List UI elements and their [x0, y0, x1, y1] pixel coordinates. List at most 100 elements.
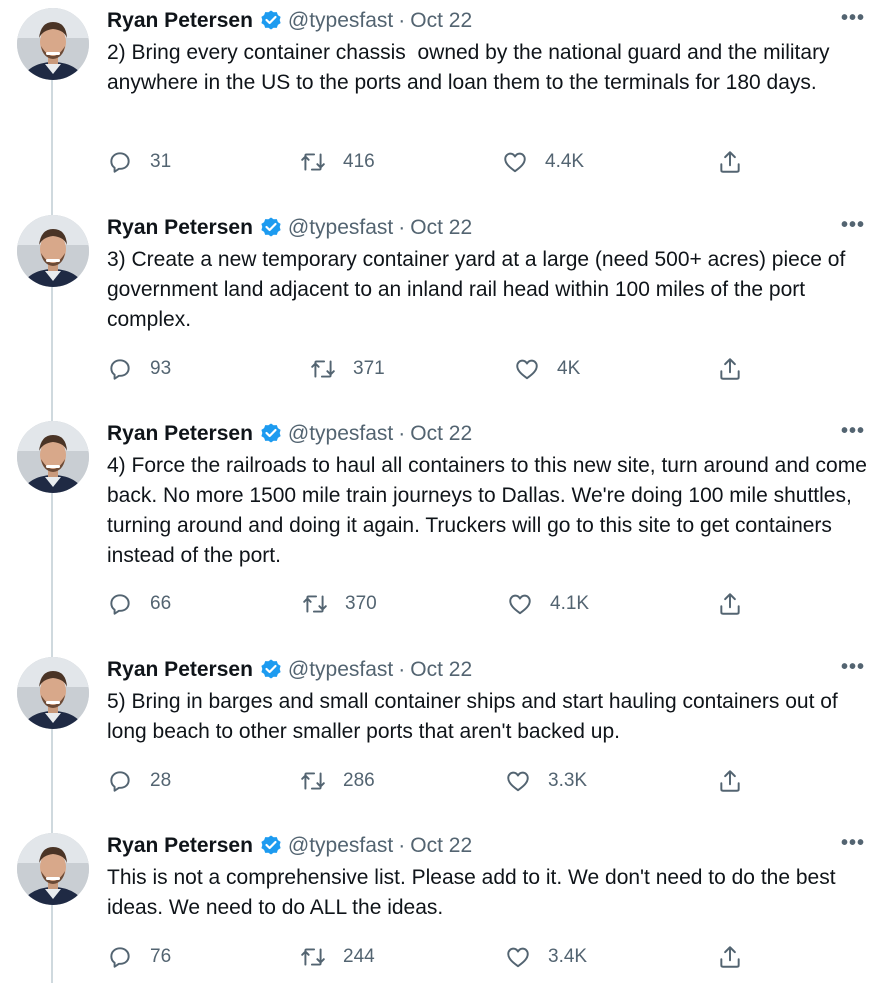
retweet-icon	[302, 591, 328, 617]
avatar[interactable]	[17, 657, 89, 729]
separator-dot: ·	[398, 658, 406, 681]
author-handle[interactable]: @typesfast	[288, 658, 393, 682]
retweet-button[interactable]: 370	[302, 589, 377, 619]
reply-button[interactable]: 76	[107, 942, 171, 972]
like-count: 4.4K	[545, 151, 585, 172]
tweet-actions: 28 286 3.3K	[107, 766, 757, 796]
more-icon[interactable]: •••	[841, 8, 865, 28]
reply-button[interactable]: 31	[107, 147, 171, 177]
separator-dot: ·	[398, 422, 406, 445]
tweet-date[interactable]: Oct 22	[410, 658, 472, 682]
tweet[interactable]: Ryan Petersen @typesfast · Oct 22 ••• 3)…	[0, 207, 895, 413]
retweet-count: 371	[353, 358, 385, 379]
tweet[interactable]: Ryan Petersen @typesfast · Oct 22 ••• Th…	[0, 825, 895, 983]
retweet-icon	[300, 944, 326, 970]
tweet-header: Ryan Petersen @typesfast · Oct 22	[107, 419, 472, 449]
reply-icon	[107, 149, 133, 175]
like-button[interactable]: 4.1K	[507, 589, 589, 619]
retweet-count: 244	[343, 946, 375, 967]
reply-count: 76	[150, 946, 172, 967]
avatar[interactable]	[17, 215, 89, 287]
like-count: 4K	[557, 358, 581, 379]
reply-button[interactable]: 93	[107, 354, 171, 384]
heart-icon	[505, 944, 531, 970]
like-button[interactable]: 4.4K	[502, 147, 584, 177]
tweet-text: This is not a comprehensive list. Please…	[107, 866, 842, 919]
heart-icon	[514, 356, 540, 382]
author-handle[interactable]: @typesfast	[288, 216, 393, 240]
tweet[interactable]: Ryan Petersen @typesfast · Oct 22 ••• 5)…	[0, 649, 895, 825]
share-button[interactable]	[717, 942, 743, 972]
avatar[interactable]	[17, 421, 89, 493]
author-handle[interactable]: @typesfast	[288, 9, 393, 33]
author-name[interactable]: Ryan Petersen	[107, 422, 253, 446]
like-count: 4.1K	[550, 593, 590, 614]
reply-count: 93	[150, 358, 172, 379]
share-button[interactable]	[717, 354, 743, 384]
tweet-actions: 76 244 3.4K	[107, 942, 757, 972]
retweet-icon	[310, 356, 336, 382]
avatar[interactable]	[17, 833, 89, 905]
like-button[interactable]: 4K	[514, 354, 580, 384]
retweet-icon	[300, 768, 326, 794]
more-icon[interactable]: •••	[841, 657, 865, 677]
verified-badge-icon	[259, 9, 283, 33]
reply-button[interactable]: 28	[107, 766, 171, 796]
reply-count: 66	[150, 593, 172, 614]
tweet-date[interactable]: Oct 22	[410, 834, 472, 858]
retweet-count: 286	[343, 770, 375, 791]
share-icon	[717, 944, 743, 970]
retweet-count: 416	[343, 151, 375, 172]
verified-badge-icon	[259, 422, 283, 446]
author-name[interactable]: Ryan Petersen	[107, 9, 253, 33]
retweet-button[interactable]: 244	[300, 942, 375, 972]
tweet-date[interactable]: Oct 22	[410, 216, 472, 240]
more-icon[interactable]: •••	[841, 421, 865, 441]
reply-icon	[107, 356, 133, 382]
tweet-text: 4) Force the railroads to haul all conta…	[107, 454, 873, 567]
tweet-date[interactable]: Oct 22	[410, 422, 472, 446]
share-button[interactable]	[717, 147, 743, 177]
author-name[interactable]: Ryan Petersen	[107, 216, 253, 240]
reply-button[interactable]: 66	[107, 589, 171, 619]
tweet-header: Ryan Petersen @typesfast · Oct 22	[107, 213, 472, 243]
tweet-text: 3) Create a new temporary container yard…	[107, 248, 852, 331]
verified-badge-icon	[259, 216, 283, 240]
retweet-count: 370	[345, 593, 377, 614]
author-name[interactable]: Ryan Petersen	[107, 658, 253, 682]
heart-icon	[507, 591, 533, 617]
like-count: 3.4K	[548, 946, 588, 967]
retweet-button[interactable]: 371	[310, 354, 385, 384]
tweet[interactable]: Ryan Petersen @typesfast · Oct 22 ••• 4)…	[0, 413, 895, 649]
avatar[interactable]	[17, 8, 89, 80]
reply-icon	[107, 591, 133, 617]
author-handle[interactable]: @typesfast	[288, 834, 393, 858]
author-name[interactable]: Ryan Petersen	[107, 834, 253, 858]
tweet[interactable]: Ryan Petersen @typesfast · Oct 22 ••• 2)…	[0, 0, 895, 206]
retweet-button[interactable]: 286	[300, 766, 375, 796]
reply-count: 31	[150, 151, 172, 172]
tweet-header: Ryan Petersen @typesfast · Oct 22	[107, 6, 472, 36]
like-button[interactable]: 3.3K	[505, 766, 587, 796]
share-button[interactable]	[717, 589, 743, 619]
reply-icon	[107, 944, 133, 970]
share-icon	[717, 768, 743, 794]
tweet-actions: 93 371 4K	[107, 354, 757, 384]
share-icon	[717, 591, 743, 617]
tweet-text: 2) Bring every container chassis owned b…	[107, 41, 836, 94]
more-icon[interactable]: •••	[841, 833, 865, 853]
share-button[interactable]	[717, 766, 743, 796]
retweet-icon	[300, 149, 326, 175]
separator-dot: ·	[398, 216, 406, 239]
separator-dot: ·	[398, 9, 406, 32]
share-icon	[717, 356, 743, 382]
like-button[interactable]: 3.4K	[505, 942, 587, 972]
like-count: 3.3K	[548, 770, 588, 791]
heart-icon	[505, 768, 531, 794]
more-icon[interactable]: •••	[841, 215, 865, 235]
heart-icon	[502, 149, 528, 175]
author-handle[interactable]: @typesfast	[288, 422, 393, 446]
retweet-button[interactable]: 416	[300, 147, 375, 177]
separator-dot: ·	[398, 834, 406, 857]
tweet-date[interactable]: Oct 22	[410, 9, 472, 33]
